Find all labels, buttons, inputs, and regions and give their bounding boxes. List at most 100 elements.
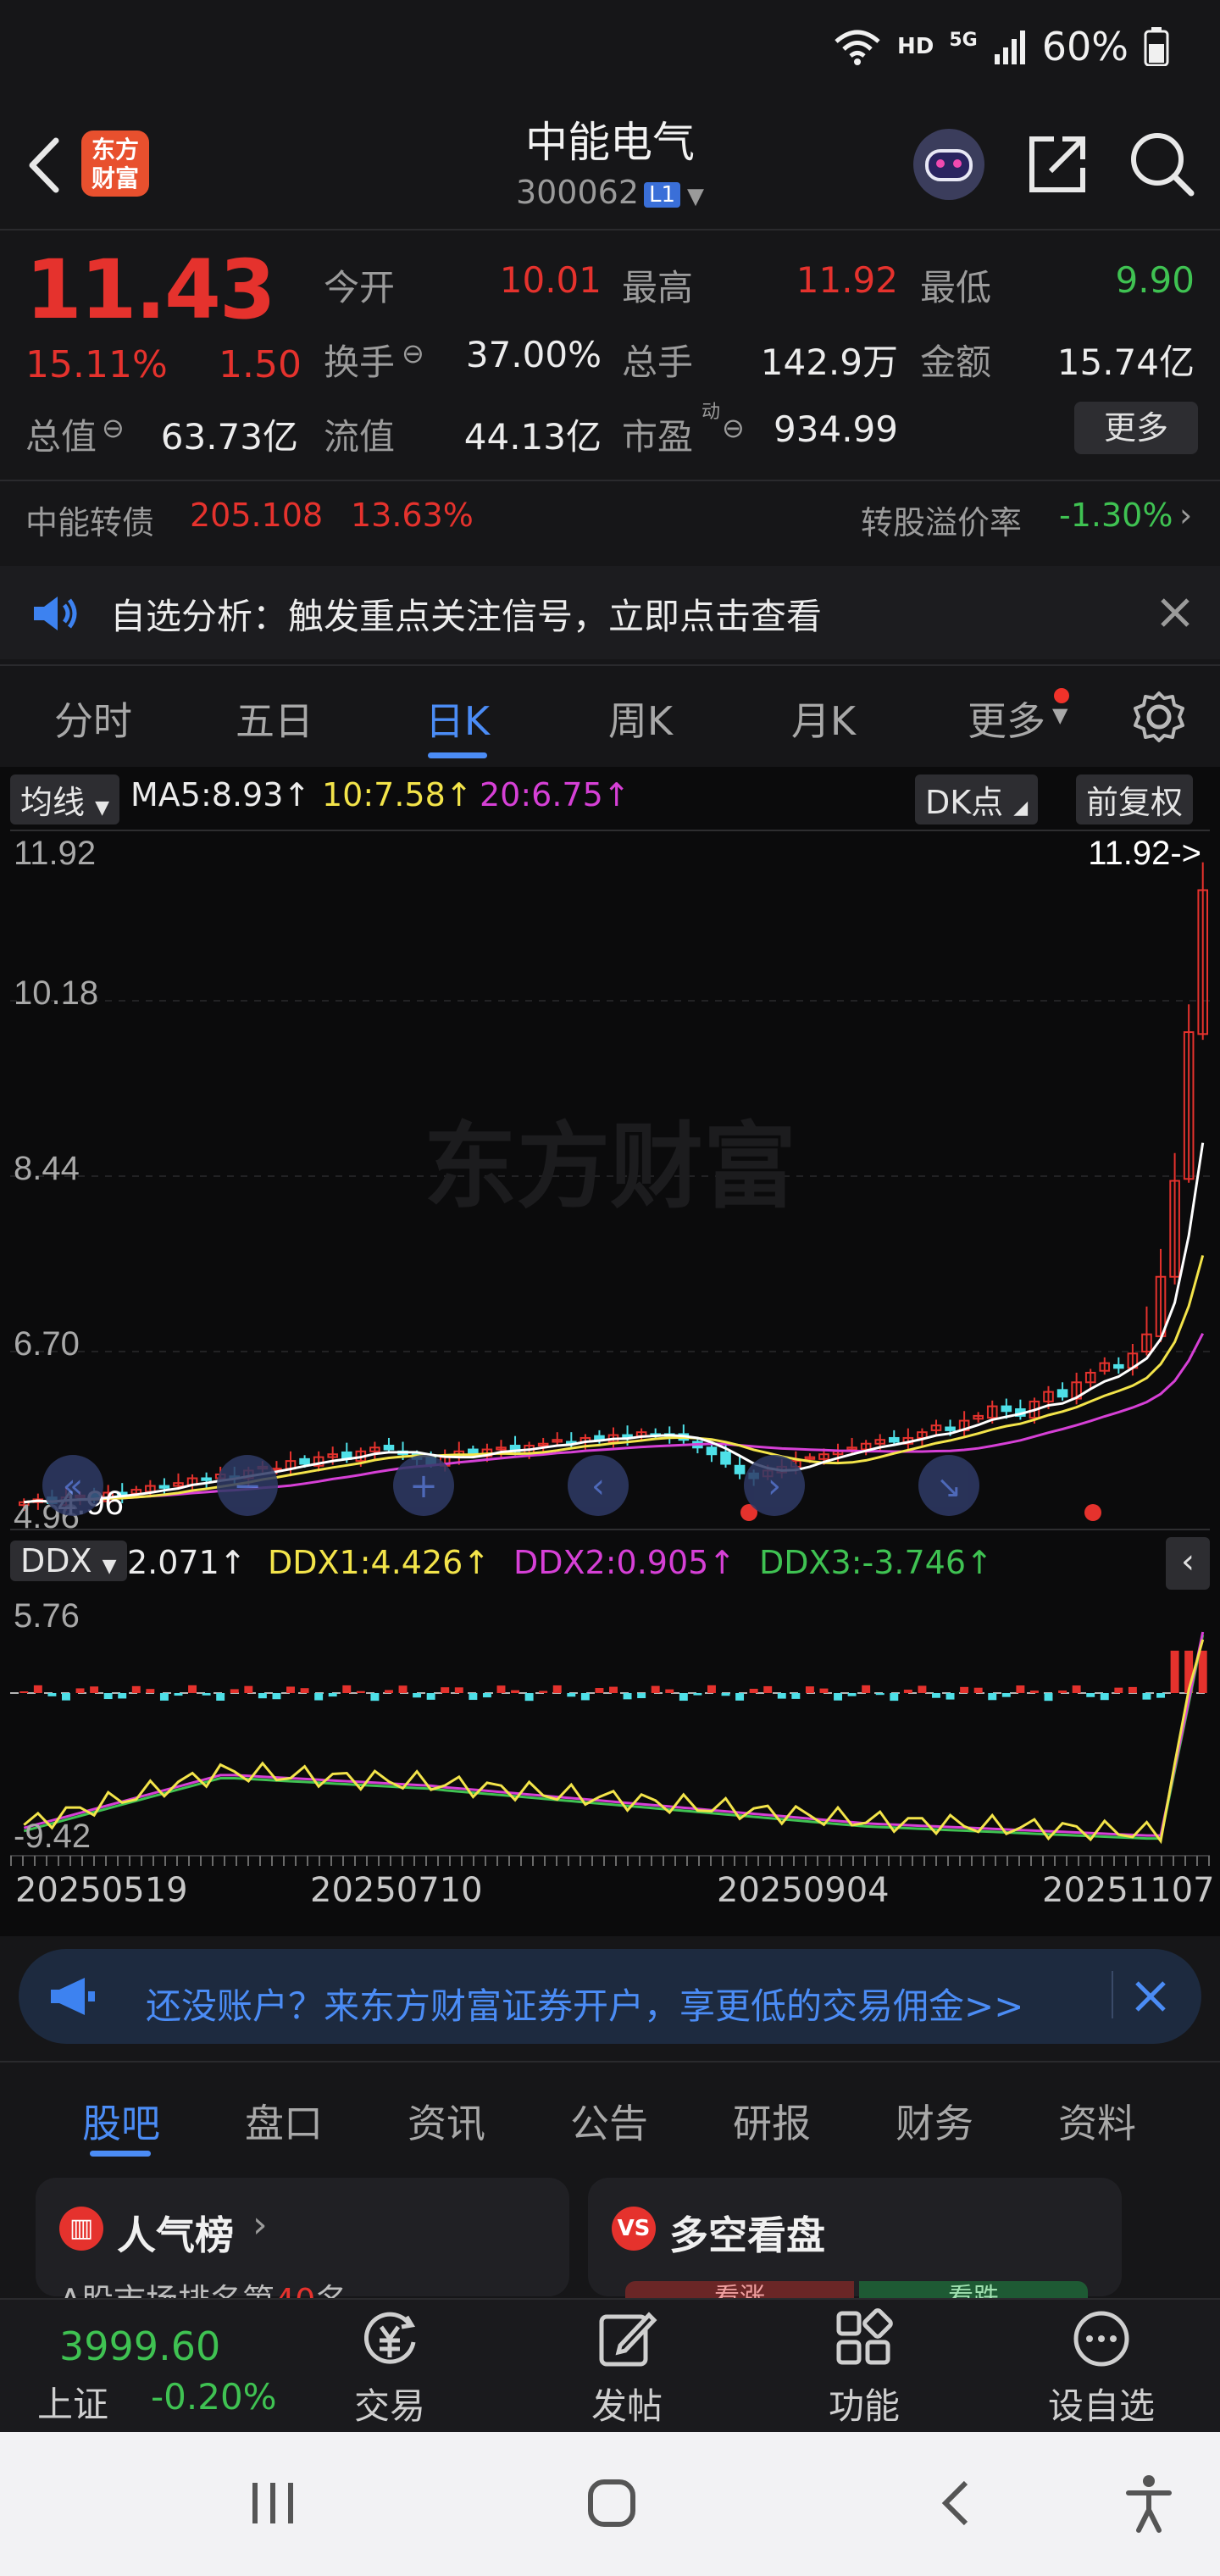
tab-monthly-k[interactable]: 月K — [747, 691, 900, 747]
collapse-panel-button[interactable]: ‹ — [1166, 1537, 1210, 1590]
caret-down-icon: ▼ — [1052, 703, 1068, 727]
bond-pct: 13.63% — [351, 497, 474, 534]
popularity-chart-icon: ▥ — [59, 2207, 103, 2251]
info-icon[interactable]: ⊖ — [722, 412, 745, 444]
ddx-bar — [973, 1687, 983, 1693]
y-tick-label: 6.70 — [14, 1325, 80, 1363]
ddx-bar — [595, 1688, 604, 1693]
add-watchlist-icon[interactable] — [1071, 2308, 1132, 2369]
nav-add-watchlist[interactable]: 设自选 — [1017, 2378, 1186, 2429]
settings-gear-icon[interactable] — [1132, 690, 1186, 744]
tab-daily-k[interactable]: 日K — [381, 691, 534, 747]
ddx-bar — [258, 1693, 267, 1699]
back-nav-icon[interactable] — [935, 2478, 974, 2529]
info-icon[interactable]: ⊖ — [102, 412, 125, 444]
change-amount: 1.50 — [219, 343, 302, 386]
bull-bear-card[interactable] — [588, 2178, 1122, 2296]
ddx-bar — [188, 1685, 197, 1693]
ddx-bar — [511, 1690, 520, 1693]
ddx-chart[interactable]: 5.76 -9.42 — [0, 1593, 1220, 1864]
active-bottom-tab-indicator — [90, 2151, 151, 2157]
home-icon[interactable] — [586, 2478, 637, 2529]
tab-research[interactable]: 研报 — [691, 2093, 852, 2149]
bullish-button[interactable]: 看涨 — [625, 2281, 854, 2298]
ddx-bar — [356, 1690, 365, 1693]
recent-apps-icon[interactable] — [247, 2479, 298, 2527]
time-axis-ticks — [10, 1856, 1210, 1866]
ddx-bar — [805, 1686, 814, 1693]
chevron-right-icon[interactable]: › — [1179, 497, 1192, 534]
post-edit-icon[interactable] — [596, 2308, 657, 2369]
tab-five-day[interactable]: 五日 — [198, 691, 351, 747]
ddx-bar — [118, 1693, 127, 1699]
tab-news[interactable]: 资讯 — [366, 2093, 527, 2149]
ddx-bar — [834, 1693, 843, 1701]
ddx-bar — [19, 1691, 29, 1693]
amount-label: 金额 — [920, 341, 992, 383]
dk-point-button[interactable]: DK点 ◢ — [915, 774, 1039, 824]
ddx-bar — [342, 1685, 352, 1693]
candle-body — [201, 1477, 212, 1481]
bearish-button[interactable]: 看跌 — [859, 2281, 1088, 2298]
robot-avatar-icon[interactable] — [913, 129, 984, 200]
open-value: 10.01 — [499, 259, 602, 301]
ddx-bar — [1016, 1685, 1025, 1693]
ddx2-text: DDX2:0.905 — [513, 1544, 709, 1581]
nav-post[interactable]: 发帖 — [542, 2378, 712, 2429]
mktcap-value: 63.73亿 — [160, 416, 298, 458]
ddx-bar — [791, 1693, 801, 1699]
info-icon[interactable]: ⊖ — [402, 337, 424, 369]
kline-chart[interactable]: 东方财富 11.92 10.18 8.44 6.70 4.96 11.92-> … — [0, 826, 1220, 1538]
ddx-bar — [384, 1690, 393, 1693]
nav-trade[interactable]: 交易 — [305, 2378, 474, 2429]
dk-signal-dot — [1084, 1504, 1101, 1521]
share-icon[interactable] — [1025, 132, 1090, 197]
accessibility-icon[interactable] — [1123, 2473, 1174, 2534]
tab-weekly-k[interactable]: 周K — [564, 691, 717, 747]
ddx-selector[interactable]: DDX ▼ — [10, 1541, 127, 1581]
ddx-bar — [1128, 1686, 1137, 1693]
vs-icon: VS — [612, 2207, 656, 2251]
ddx-bar — [314, 1693, 324, 1701]
search-icon[interactable] — [1127, 129, 1196, 198]
close-icon[interactable] — [1159, 597, 1191, 629]
ddx-bar — [524, 1693, 534, 1702]
adjust-button[interactable]: 前复权 — [1076, 774, 1194, 824]
more-button[interactable]: 更多 — [1074, 402, 1198, 454]
close-icon[interactable] — [1134, 1979, 1167, 2013]
ddx-bar — [90, 1686, 99, 1693]
index-value[interactable]: 3999.60 — [59, 2323, 220, 2369]
ddx-bar — [890, 1693, 899, 1702]
bond-name[interactable]: 中能转债 — [25, 497, 154, 543]
ddx-bar — [300, 1688, 309, 1693]
tab-guba[interactable]: 股吧 — [41, 2093, 202, 2149]
y-tick-label: 10.18 — [14, 974, 98, 1012]
ddx-bar — [441, 1687, 450, 1693]
nav-functions[interactable]: 功能 — [779, 2378, 949, 2429]
tab-intraday[interactable]: 分时 — [17, 691, 169, 747]
ma-selector[interactable]: 均线 ▼ — [10, 774, 120, 824]
trade-yen-icon[interactable] — [359, 2308, 420, 2369]
level-badge: L1 — [644, 181, 681, 208]
tab-announcements[interactable]: 公告 — [529, 2093, 690, 2149]
chevron-down-icon: ▼ — [687, 184, 705, 209]
tab-finance[interactable]: 财务 — [854, 2093, 1015, 2149]
ma20-value: 20:6.75↑ — [480, 776, 630, 813]
low-label: 最低 — [920, 267, 992, 308]
float-value: 44.13亿 — [463, 416, 602, 458]
index-change: -0.20% — [151, 2376, 277, 2418]
ddx-bar — [707, 1685, 716, 1693]
ddx-bar — [960, 1686, 969, 1693]
ddx-bar — [1029, 1690, 1039, 1693]
mktcap-label: 总值 — [25, 416, 97, 458]
amount-value: 15.74亿 — [1056, 341, 1195, 383]
tab-pankou[interactable]: 盘口 — [203, 2093, 364, 2149]
ddx-bar — [918, 1685, 927, 1693]
x-tick-label: 20250710 — [310, 1871, 483, 1910]
tab-profile[interactable]: 资料 — [1017, 2093, 1178, 2149]
ddx-bar — [539, 1690, 548, 1693]
banner-text: 还没账户？来东方财富证券开户，享更低的交易佣金>> — [146, 1985, 1024, 2027]
functions-grid-icon[interactable] — [834, 2308, 895, 2369]
notification-dot — [1054, 688, 1069, 703]
ddx-bar — [665, 1689, 674, 1693]
